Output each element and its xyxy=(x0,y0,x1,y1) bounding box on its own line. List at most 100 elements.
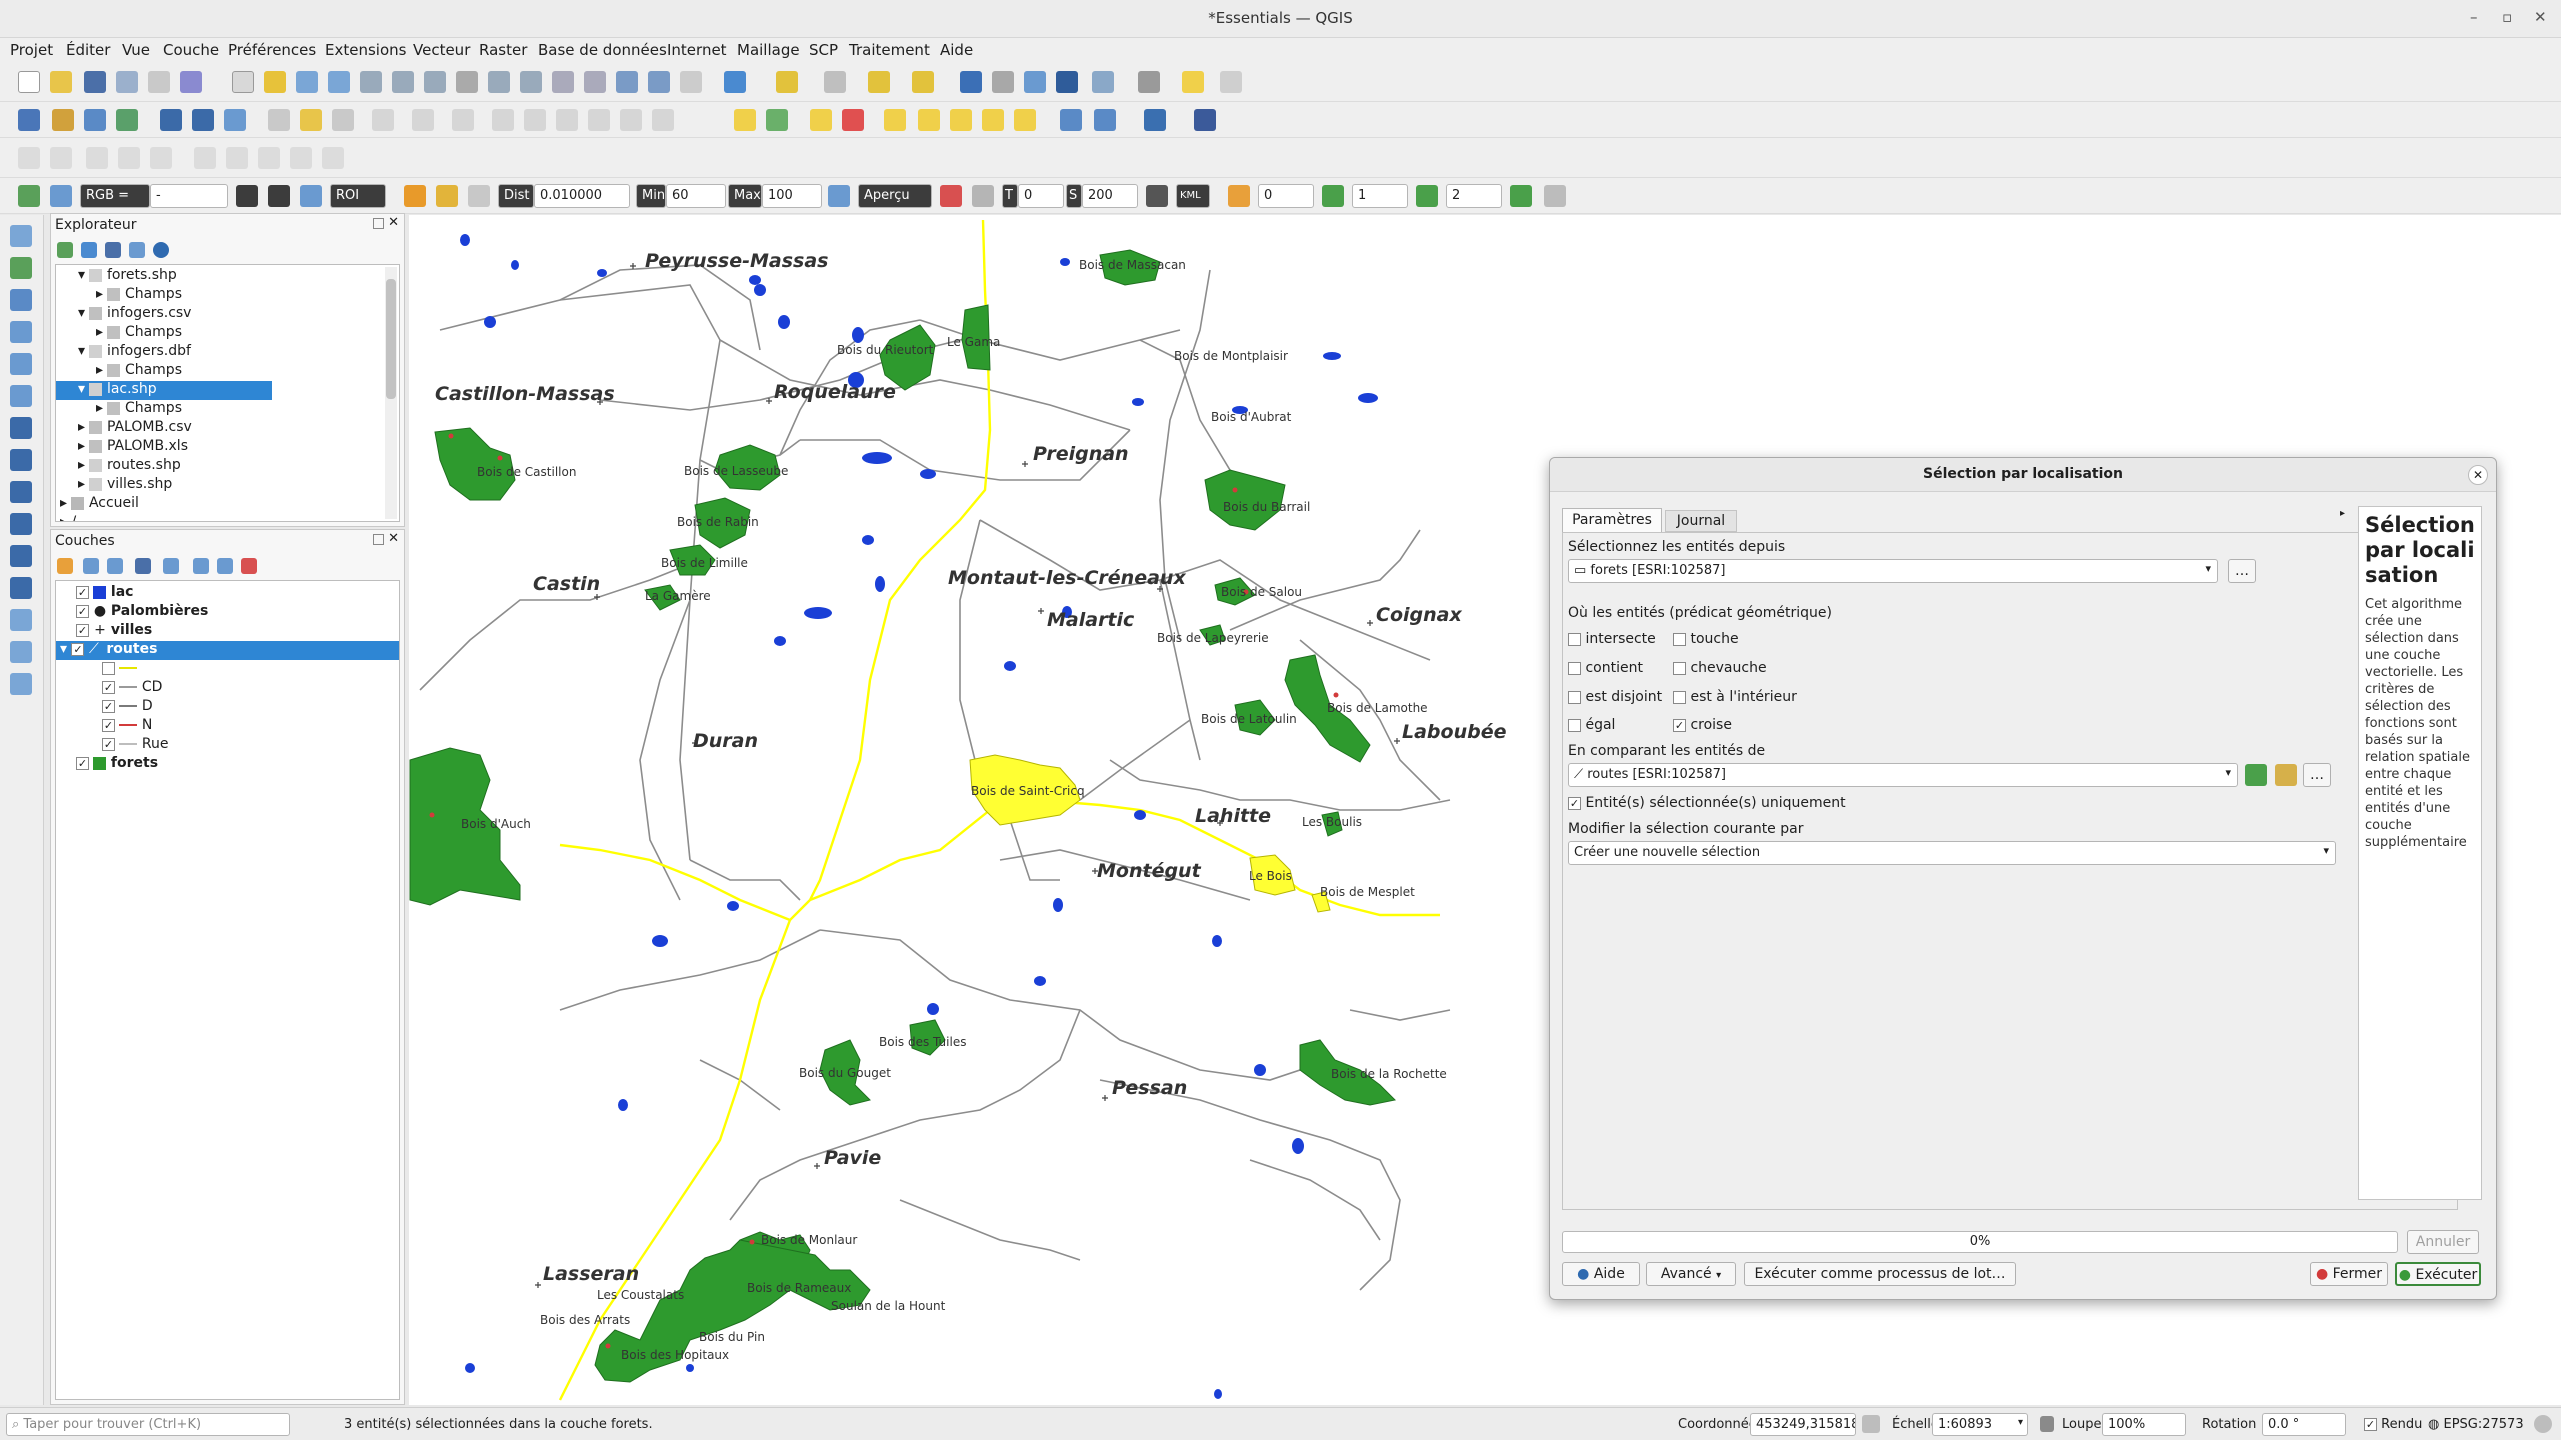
annotation-icon[interactable] xyxy=(1220,71,1242,93)
diagram-icon[interactable] xyxy=(766,109,788,131)
legend-selected-class[interactable] xyxy=(102,660,138,679)
s-input[interactable]: 200 xyxy=(1082,184,1138,208)
filter-legend-icon[interactable] xyxy=(135,558,151,574)
dialog-close-icon[interactable]: ✕ xyxy=(2468,465,2488,485)
scp-preview-zoom-icon[interactable] xyxy=(828,185,850,207)
help-button[interactable]: ● Aide xyxy=(1562,1262,1640,1286)
iterate-icon[interactable] xyxy=(2245,764,2267,786)
tree-item-champs[interactable]: ▸ Champs xyxy=(96,362,182,381)
legend-class-rue[interactable]: ✓ Rue xyxy=(102,736,169,755)
render-checkbox[interactable]: ✓ Rendu xyxy=(2364,1417,2422,1432)
undo-icon[interactable] xyxy=(620,109,642,131)
menu-projet[interactable]: Projet xyxy=(10,41,53,59)
split-features-icon[interactable] xyxy=(322,147,344,169)
crs-button[interactable]: ◍ EPSG:27573 xyxy=(2428,1417,2524,1432)
digitize-icon[interactable] xyxy=(372,109,394,131)
processing-toolbox-icon[interactable] xyxy=(1024,71,1046,93)
predicate-contient[interactable]: contient xyxy=(1568,660,1643,676)
menu-couche[interactable]: Couche xyxy=(163,41,219,59)
zoom-layer-icon[interactable] xyxy=(424,71,446,93)
paste-icon[interactable] xyxy=(588,109,610,131)
globe-icon[interactable] xyxy=(1060,109,1082,131)
checkbox-checked[interactable]: ✓ xyxy=(1568,796,1581,810)
predicate-est-disjoint[interactable]: est disjoint xyxy=(1568,689,1662,705)
statistics-sum-icon[interactable] xyxy=(1056,71,1078,93)
style-layer-icon[interactable] xyxy=(57,558,73,574)
layer-checkbox[interactable]: ✓ xyxy=(76,623,89,637)
scp-roi-polygon-icon[interactable] xyxy=(268,185,290,207)
menu-base-de-donnees[interactable]: Base de données xyxy=(538,41,667,59)
menu-preferences[interactable]: Préférences xyxy=(228,41,316,59)
help-icon[interactable] xyxy=(1194,109,1216,131)
scp-roi-zoom-icon[interactable] xyxy=(300,185,322,207)
source-layer-select[interactable]: ▭ forets [ESRI:102587] ▾ xyxy=(1568,559,2218,583)
tree-item-palomb-csv[interactable]: ▸ PALOMB.csv xyxy=(78,419,192,438)
save-as-icon[interactable] xyxy=(116,71,138,93)
layer-lac[interactable]: ✓ lac xyxy=(76,584,133,603)
tree-item-lac-shp[interactable]: ▾ lac.shp xyxy=(56,381,272,400)
messages-icon[interactable] xyxy=(2534,1415,2552,1433)
modify-attributes-icon[interactable] xyxy=(452,109,474,131)
scp-roi-region-icon[interactable] xyxy=(468,185,490,207)
band-input-2[interactable]: 1 xyxy=(1352,184,1408,208)
scp-band-icon[interactable] xyxy=(1228,185,1250,207)
toggle-extents-icon[interactable] xyxy=(1862,1415,1880,1433)
checkbox[interactable] xyxy=(1568,718,1581,732)
globe-settings-icon[interactable] xyxy=(1094,109,1116,131)
add-wms-layer-icon[interactable] xyxy=(10,449,32,471)
python-icon[interactable] xyxy=(1144,109,1166,131)
lock-icon[interactable] xyxy=(2040,1416,2054,1432)
rgb-select[interactable]: - xyxy=(150,184,228,208)
class-checkbox[interactable]: ✓ xyxy=(102,699,115,713)
map-tips-icon[interactable] xyxy=(1182,71,1204,93)
scale-select[interactable]: 1:60893 ▾ xyxy=(1932,1413,2028,1436)
magnifier-input[interactable]: 100% xyxy=(2102,1413,2186,1436)
advanced-button[interactable]: Avancé ▾ xyxy=(1646,1262,1736,1286)
predicate-intersecte[interactable]: intersecte xyxy=(1568,631,1656,647)
layer-villes[interactable]: ✓ + villes xyxy=(76,622,152,641)
tab-journal[interactable]: Journal xyxy=(1665,510,1737,532)
scp-next-1-icon[interactable] xyxy=(1322,185,1344,207)
legend-class-n[interactable]: ✓ N xyxy=(102,717,152,736)
predicate-egal[interactable]: égal xyxy=(1568,717,1615,733)
delete-ring-icon[interactable] xyxy=(290,147,312,169)
tree-item-infogers-csv[interactable]: ▾ infogers.csv xyxy=(78,305,191,324)
zoom-in-icon[interactable] xyxy=(296,71,318,93)
rotation-input[interactable]: 0.0 ° xyxy=(2262,1413,2346,1436)
pan-hand-icon[interactable] xyxy=(232,71,254,93)
new-map-view-icon[interactable] xyxy=(552,71,574,93)
add-mesh-layer-icon[interactable] xyxy=(10,289,32,311)
label-change-icon[interactable] xyxy=(950,109,972,131)
band-input-3[interactable]: 2 xyxy=(1446,184,1502,208)
filter-expression-icon[interactable] xyxy=(163,558,179,574)
table-icon[interactable] xyxy=(1092,71,1114,93)
menu-scp[interactable]: SCP xyxy=(809,41,838,59)
selected-only-checkbox[interactable]: ✓ Entité(s) sélectionnée(s) uniquement xyxy=(1568,795,1846,811)
close-window-button[interactable]: ✕ xyxy=(2534,8,2547,26)
checkbox[interactable] xyxy=(1568,690,1581,704)
add-virtual-layer-icon[interactable] xyxy=(10,417,32,439)
checkbox[interactable] xyxy=(1673,661,1686,675)
toggle-edit-icon[interactable] xyxy=(300,109,322,131)
menu-traitement[interactable]: Traitement xyxy=(849,41,930,59)
add-xyz-layer-icon[interactable] xyxy=(10,481,32,503)
min-input[interactable]: 60 xyxy=(666,184,726,208)
float-panel-icon[interactable] xyxy=(373,218,384,229)
tree-item-palomb-xls[interactable]: ▸ PALOMB.xls xyxy=(78,438,188,457)
layer-checkbox[interactable]: ✓ xyxy=(76,604,89,618)
zoom-full-icon[interactable] xyxy=(360,71,382,93)
add-raster-icon[interactable] xyxy=(116,109,138,131)
tree-item-forets-shp[interactable]: ▾ forets.shp xyxy=(78,267,177,286)
remove-layer-icon[interactable] xyxy=(241,558,257,574)
tree-item-champs[interactable]: ▸ Champs xyxy=(96,324,182,343)
predicate-croise[interactable]: ✓ croise xyxy=(1673,717,1732,733)
select-location-icon[interactable] xyxy=(912,71,934,93)
add-vector-layer-icon[interactable] xyxy=(10,225,32,247)
label-pin-icon[interactable] xyxy=(810,109,832,131)
label-abc-icon[interactable] xyxy=(734,109,756,131)
scp-roi-add-icon[interactable] xyxy=(436,185,458,207)
delete-selected-icon[interactable] xyxy=(492,109,514,131)
identify-icon[interactable] xyxy=(960,71,982,93)
tree-item-accueil[interactable]: ▸ Accueil xyxy=(60,495,139,514)
select-features-icon[interactable] xyxy=(776,71,798,93)
